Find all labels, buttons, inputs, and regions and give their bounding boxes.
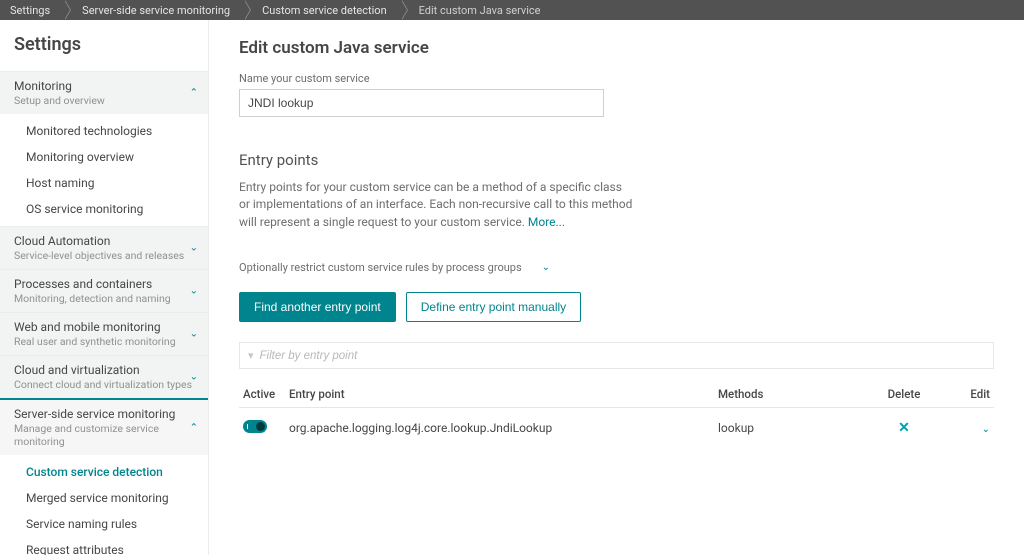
sidebar-group-header[interactable]: Processes and containers Monitoring, det…	[0, 269, 208, 312]
chevron-up-icon: ⌃	[190, 88, 198, 99]
sidebar-group-header[interactable]: Monitoring Setup and overview ⌃	[0, 71, 208, 114]
chevron-down-icon: ⌄	[190, 243, 198, 254]
sidebar-group-sub: Connect cloud and virtualization types	[14, 378, 194, 391]
breadcrumb-item-current: Edit custom Java service	[401, 0, 555, 20]
sidebar-group-sub: Real user and synthetic monitoring	[14, 335, 194, 348]
sidebar-group-name: Server-side service monitoring	[14, 407, 194, 421]
table-row: org.apache.logging.log4j.core.lookup.Jnd…	[239, 408, 994, 449]
filter-box[interactable]: ▾	[239, 342, 994, 369]
sidebar-item[interactable]: Host naming	[0, 170, 208, 196]
sidebar-group-web-mobile: Web and mobile monitoring Real user and …	[0, 312, 208, 355]
filter-input[interactable]	[260, 350, 985, 362]
entry-points-heading: Entry points	[239, 151, 994, 169]
methods-cell: lookup	[714, 408, 864, 449]
sidebar-group-processes: Processes and containers Monitoring, det…	[0, 269, 208, 312]
page-title: Edit custom Java service	[239, 38, 994, 58]
sidebar-item[interactable]: Service naming rules	[0, 511, 208, 537]
sidebar-group-sub: Service-level objectives and releases	[14, 249, 194, 262]
sidebar-group-sub: Setup and overview	[14, 94, 194, 107]
main-content: Edit custom Java service Name your custo…	[209, 20, 1024, 555]
sidebar-group-header[interactable]: Cloud Automation Service-level objective…	[0, 226, 208, 269]
sidebar-item[interactable]: OS service monitoring	[0, 196, 208, 222]
breadcrumb-item[interactable]: Custom service detection	[244, 0, 401, 20]
chevron-down-icon: ⌄	[190, 286, 198, 297]
button-row: Find another entry point Define entry po…	[239, 292, 994, 322]
entry-point-cell: org.apache.logging.log4j.core.lookup.Jnd…	[285, 408, 714, 449]
sidebar: Settings Monitoring Setup and overview ⌃…	[0, 20, 209, 555]
sidebar-group-name: Processes and containers	[14, 277, 194, 291]
sidebar-title: Settings	[0, 20, 208, 71]
entry-points-description: Entry points for your custom service can…	[239, 179, 634, 231]
restrict-expander[interactable]: Optionally restrict custom service rules…	[239, 261, 994, 274]
breadcrumb-item[interactable]: Server-side service monitoring	[64, 0, 244, 20]
sidebar-group-cloud-virt: Cloud and virtualization Connect cloud a…	[0, 355, 208, 398]
chevron-up-icon: ⌃	[190, 422, 198, 433]
sidebar-group-name: Monitoring	[14, 79, 194, 93]
sidebar-item[interactable]: Monitored technologies	[0, 118, 208, 144]
sidebar-item[interactable]: Request attributes	[0, 537, 208, 555]
restrict-label: Optionally restrict custom service rules…	[239, 261, 522, 274]
sidebar-item-custom-service-detection[interactable]: Custom service detection	[0, 459, 208, 485]
define-manual-button[interactable]: Define entry point manually	[406, 292, 581, 322]
sidebar-group-name: Web and mobile monitoring	[14, 320, 194, 334]
chevron-down-icon: ⌄	[190, 372, 198, 383]
service-name-input[interactable]	[239, 89, 604, 117]
more-link[interactable]: More...	[528, 215, 565, 229]
breadcrumb: Settings Server-side service monitoring …	[0, 0, 1024, 20]
chevron-down-icon: ⌄	[190, 329, 198, 340]
sidebar-group-monitoring: Monitoring Setup and overview ⌃ Monitore…	[0, 71, 208, 226]
sidebar-group-header[interactable]: Cloud and virtualization Connect cloud a…	[0, 355, 208, 398]
sidebar-group-name: Cloud and virtualization	[14, 363, 194, 377]
col-delete: Delete	[864, 381, 944, 408]
col-edit: Edit	[944, 381, 994, 408]
sidebar-item[interactable]: Merged service monitoring	[0, 485, 208, 511]
chevron-down-icon[interactable]: ⌄	[982, 424, 990, 435]
sidebar-group-sub: Monitoring, detection and naming	[14, 292, 194, 305]
sidebar-group-cloud-automation: Cloud Automation Service-level objective…	[0, 226, 208, 269]
delete-icon[interactable]: ✕	[898, 420, 910, 436]
active-toggle[interactable]	[243, 420, 267, 433]
breadcrumb-item[interactable]: Settings	[0, 0, 64, 20]
find-entry-point-button[interactable]: Find another entry point	[239, 292, 396, 322]
chevron-down-icon: ⌄	[542, 262, 550, 273]
sidebar-group-header[interactable]: Server-side service monitoring Manage an…	[0, 398, 208, 455]
entry-points-table: Active Entry point Methods Delete Edit o…	[239, 381, 994, 448]
sidebar-group-name: Cloud Automation	[14, 234, 194, 248]
filter-icon: ▾	[248, 349, 254, 362]
col-methods: Methods	[714, 381, 864, 408]
sidebar-item[interactable]: Monitoring overview	[0, 144, 208, 170]
sidebar-group-header[interactable]: Web and mobile monitoring Real user and …	[0, 312, 208, 355]
name-label: Name your custom service	[239, 72, 994, 85]
sidebar-group-server-side: Server-side service monitoring Manage an…	[0, 398, 208, 555]
sidebar-group-sub: Manage and customize service monitoring	[14, 422, 194, 448]
col-active: Active	[239, 381, 285, 408]
col-entry: Entry point	[285, 381, 714, 408]
